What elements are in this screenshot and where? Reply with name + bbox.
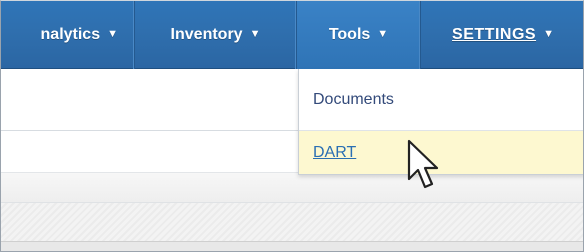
- content-striped-panel: [1, 203, 583, 241]
- nav-item-analytics[interactable]: nalytics ▼: [1, 1, 135, 69]
- nav-item-label: SETTINGS: [452, 26, 537, 43]
- nav-item-label: Tools: [328, 26, 371, 43]
- nav-item-label: nalytics: [40, 26, 101, 43]
- tools-dropdown-menu: Documents DART: [298, 69, 583, 175]
- caret-down-icon: ▼: [377, 28, 389, 40]
- content-footer-strip: [1, 241, 583, 251]
- nav-item-inventory[interactable]: Inventory ▼: [135, 1, 297, 69]
- menu-item-dart[interactable]: DART: [299, 131, 583, 174]
- nav-item-label: Inventory: [170, 26, 243, 43]
- menu-item-documents[interactable]: Documents: [299, 69, 583, 131]
- nav-item-settings[interactable]: SETTINGS ▼: [421, 1, 583, 69]
- caret-down-icon: ▼: [543, 28, 554, 40]
- mouse-pointer-icon: [407, 139, 439, 189]
- browser-viewport: nalytics ▼ Inventory ▼ Tools ▼ SETTINGS …: [0, 0, 584, 252]
- caret-down-icon: ▼: [249, 28, 261, 40]
- content-toolbar: [1, 173, 583, 203]
- nav-item-tools[interactable]: Tools ▼: [297, 1, 421, 69]
- main-navbar: nalytics ▼ Inventory ▼ Tools ▼ SETTINGS …: [1, 1, 583, 69]
- caret-down-icon: ▼: [107, 28, 118, 40]
